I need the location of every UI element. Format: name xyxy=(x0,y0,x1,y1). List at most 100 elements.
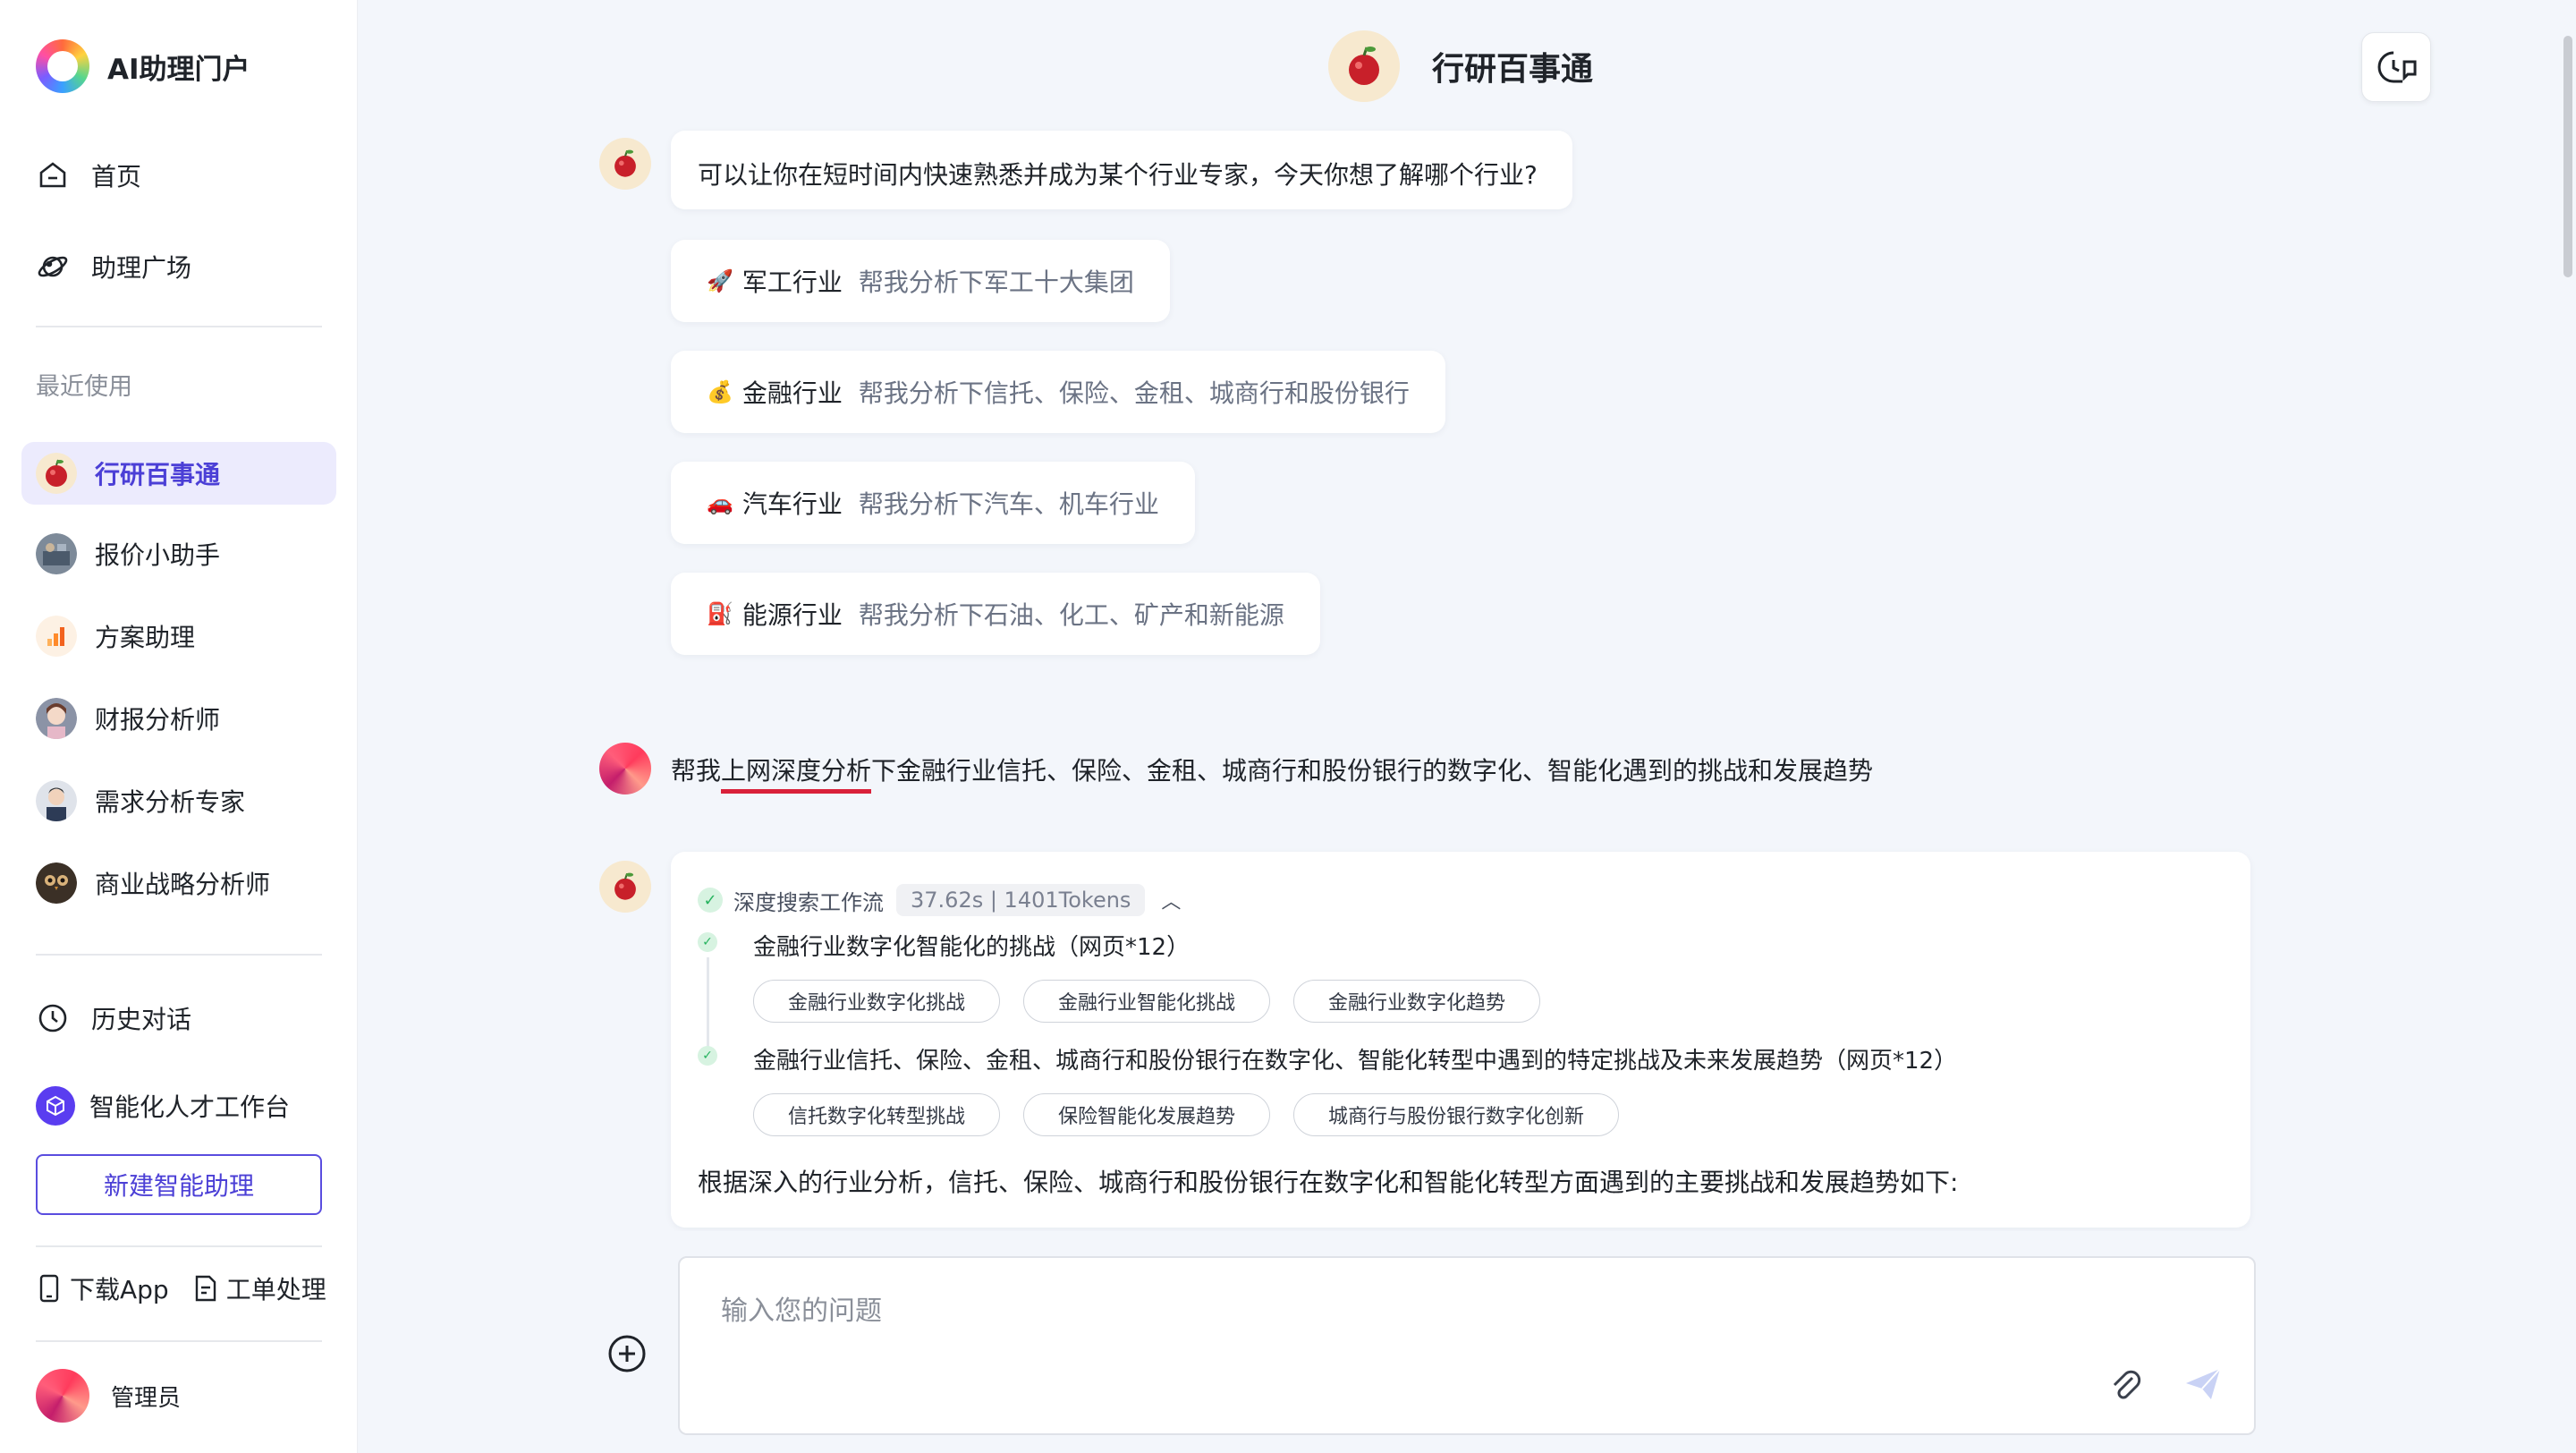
suggestion-hint: 帮我分析下军工十大集团 xyxy=(858,268,1134,297)
check-icon: ✓ xyxy=(698,1046,717,1066)
recent-item-label: 行研百事通 xyxy=(95,460,221,489)
chevron-up-icon[interactable]: ︿ xyxy=(1161,886,1181,914)
workflow-title: 深度搜索工作流 xyxy=(733,889,884,915)
workflow-meta: 37.62s | 1401Tokens xyxy=(896,884,1146,916)
recent-item-proposal-assistant[interactable]: 方案助理 xyxy=(21,605,336,667)
avatar xyxy=(36,1369,89,1423)
admin-profile[interactable]: 管理员 xyxy=(36,1369,181,1423)
suggestion-category: 能源行业 xyxy=(741,600,843,630)
talent-workbench-link[interactable]: 智能化人才工作台 xyxy=(36,1086,290,1126)
man-avatar-icon xyxy=(36,780,77,821)
document-icon xyxy=(195,1275,216,1302)
chat-history-icon xyxy=(2377,51,2417,83)
planet-icon xyxy=(36,250,70,284)
check-icon: ✓ xyxy=(698,932,717,952)
money-bag-icon: 💰 xyxy=(707,379,733,404)
nav-home-label: 首页 xyxy=(91,162,142,191)
paperclip-icon[interactable] xyxy=(2106,1365,2145,1405)
recent-item-quote-helper[interactable]: 报价小助手 xyxy=(21,523,336,585)
owl-avatar-icon xyxy=(36,862,77,904)
intro-message: 可以让你在短时间内快速熟悉并成为某个行业专家，今天你想了解哪个行业? xyxy=(671,131,1572,209)
step-tags: 金融行业数字化挑战 金融行业智能化挑战 金融行业数字化趋势 xyxy=(753,980,2224,1023)
apple-avatar-icon xyxy=(36,453,77,494)
recent-item-label: 方案助理 xyxy=(95,623,196,652)
plus-circle-icon xyxy=(608,1335,646,1372)
add-attachment-button[interactable] xyxy=(606,1333,648,1374)
recent-item-label: 财报分析师 xyxy=(95,705,221,735)
home-icon xyxy=(36,158,70,192)
sidebar-divider xyxy=(36,1340,322,1342)
topbar: 行研百事通 xyxy=(358,0,2576,134)
nav-history[interactable]: 历史对话 xyxy=(36,991,191,1045)
assistant-header: 行研百事通 xyxy=(1328,30,1593,102)
answer-summary: 根据深入的行业分析，信托、保险、城商行和股份银行在数字化和智能化转型方面遇到的主… xyxy=(698,1168,1959,1197)
user-message-text: 下金融行业信托、保险、金租、城商行和股份银行的数字化、智能化遇到的挑战和发展趋势 xyxy=(871,756,1874,786)
suggestion-category: 汽车行业 xyxy=(741,489,843,519)
step-tags: 信托数字化转型挑战 保险智能化发展趋势 城商行与股份银行数字化创新 xyxy=(753,1093,2224,1136)
send-icon[interactable] xyxy=(2182,1364,2224,1405)
admin-name: 管理员 xyxy=(111,1384,182,1412)
recent-item-label: 商业战略分析师 xyxy=(95,870,271,899)
suggestion-hint: 帮我分析下信托、保险、金租、城商行和股份银行 xyxy=(858,378,1410,408)
nav-history-label: 历史对话 xyxy=(91,1005,192,1034)
step-query: 金融行业信托、保险、金租、城商行和股份银行在数字化、智能化转型中遇到的特定挑战及… xyxy=(753,1048,1958,1075)
brand-name: AI助理门户 xyxy=(107,53,250,86)
workflow-header[interactable]: ✓ 深度搜索工作流 37.62s | 1401Tokens ︿ xyxy=(698,884,2224,916)
new-assistant-button[interactable]: 新建智能助理 xyxy=(36,1154,322,1215)
user-message-text: 帮我 xyxy=(671,756,722,786)
suggestion-hint: 帮我分析下石油、化工、矿产和新能源 xyxy=(858,600,1284,630)
check-icon: ✓ xyxy=(698,888,723,913)
question-input[interactable] xyxy=(721,1288,2063,1342)
recent-item-financial-analyst[interactable]: 财报分析师 xyxy=(21,687,336,750)
recent-item-label: 报价小助手 xyxy=(95,540,221,570)
new-chat-button[interactable] xyxy=(2361,32,2431,102)
apple-avatar-icon xyxy=(1328,30,1400,102)
photo-avatar-icon xyxy=(36,533,77,574)
sidebar: AI助理门户 首页 助理广场 最近使用 行研百事通 报价小助手 方案助理 财报分… xyxy=(0,0,358,1453)
nav-assistant-plaza[interactable]: 助理广场 xyxy=(36,240,191,293)
recent-item-industry-research[interactable]: 行研百事通 xyxy=(21,442,336,505)
scroll-fade xyxy=(358,1231,2576,1253)
suggestion-military[interactable]: 🚀 军工行业 帮我分析下军工十大集团 xyxy=(671,240,1170,322)
recent-item-strategy-analyst[interactable]: 商业战略分析师 xyxy=(21,852,336,914)
search-tag[interactable]: 金融行业数字化趋势 xyxy=(1293,980,1541,1023)
search-tag[interactable]: 保险智能化发展趋势 xyxy=(1023,1093,1271,1136)
search-tag[interactable]: 金融行业数字化挑战 xyxy=(753,980,1001,1023)
search-tag[interactable]: 信托数字化转型挑战 xyxy=(753,1093,1001,1136)
user-avatar xyxy=(599,743,651,794)
suggestion-finance[interactable]: 💰 金融行业 帮我分析下信托、保险、金租、城商行和股份银行 xyxy=(671,351,1445,433)
nav-home[interactable]: 首页 xyxy=(36,149,141,202)
recent-section-label: 最近使用 xyxy=(36,373,132,401)
suggestion-energy[interactable]: ⛽ 能源行业 帮我分析下石油、化工、矿产和新能源 xyxy=(671,573,1320,655)
brand-logo-icon xyxy=(36,39,89,93)
download-app-label: 下载App xyxy=(70,1275,169,1304)
clock-icon xyxy=(36,1001,70,1035)
user-message-highlight: 上网深度分析 xyxy=(721,756,872,794)
car-icon: 🚗 xyxy=(707,490,733,515)
answer-card: ✓ 深度搜索工作流 37.62s | 1401Tokens ︿ ✓ 金融行业数字… xyxy=(671,852,2250,1228)
sidebar-divider xyxy=(36,326,322,327)
suggestion-category: 金融行业 xyxy=(741,378,843,408)
sidebar-divider xyxy=(36,954,322,956)
recent-item-requirements-expert[interactable]: 需求分析专家 xyxy=(21,769,336,832)
bottom-links: 下载App 工单处理 xyxy=(36,1270,326,1306)
bot-avatar xyxy=(599,138,651,190)
search-tag[interactable]: 金融行业智能化挑战 xyxy=(1023,980,1271,1023)
workflow-step: ✓ 金融行业数字化智能化的挑战（网页*12） 金融行业数字化挑战 金融行业智能化… xyxy=(698,929,2224,1047)
suggestion-category: 军工行业 xyxy=(741,268,843,297)
composer xyxy=(678,1256,2256,1435)
nav-assistant-plaza-label: 助理广场 xyxy=(91,253,192,283)
page-title: 行研百事通 xyxy=(1432,51,1594,88)
ticket-link[interactable]: 工单处理 xyxy=(192,1270,326,1306)
recent-item-label: 需求分析专家 xyxy=(95,787,246,817)
bar-chart-avatar-icon xyxy=(36,616,77,657)
search-tag[interactable]: 城商行与股份银行数字化创新 xyxy=(1293,1093,1620,1136)
step-connector xyxy=(707,957,709,1047)
suggestion-hint: 帮我分析下汽车、机车行业 xyxy=(858,489,1159,519)
scrollbar[interactable] xyxy=(2563,36,2572,277)
apple-icon xyxy=(614,872,636,900)
download-app-link[interactable]: 下载App xyxy=(36,1270,169,1306)
main-panel: 行研百事通 可以让你在短时间内快速熟悉并成为某个行业专家，今天你想了解哪个行业?… xyxy=(358,0,2576,1453)
suggestion-auto[interactable]: 🚗 汽车行业 帮我分析下汽车、机车行业 xyxy=(671,462,1195,544)
brand[interactable]: AI助理门户 xyxy=(36,39,250,93)
